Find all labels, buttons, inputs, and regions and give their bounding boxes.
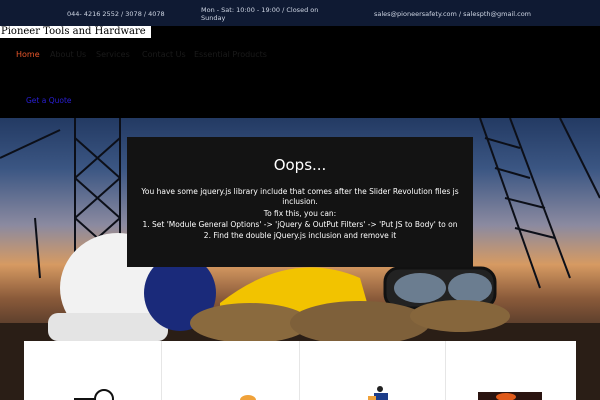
- feature-card[interactable]: [446, 341, 576, 400]
- safety-helmet-icon: [240, 395, 256, 400]
- nav-about-us[interactable]: About Us: [50, 50, 86, 59]
- nav-essential-products[interactable]: Essential Products: [194, 50, 267, 59]
- error-line-1: You have some jquery.js library include …: [141, 187, 459, 196]
- fire-icon: [478, 392, 542, 400]
- feature-cards: [24, 341, 576, 400]
- nav-services[interactable]: Services: [96, 50, 130, 59]
- error-line-3: To fix this, you can:: [263, 209, 337, 218]
- phone-numbers[interactable]: 044- 4216 2552 / 3078 / 4078: [67, 10, 165, 18]
- feature-card[interactable]: [24, 341, 162, 400]
- page: 044- 4216 2552 / 3078 / 4078 Mon - Sat: …: [0, 0, 600, 400]
- error-line-5: 2. Find the double jQuery.js inclusion a…: [203, 231, 397, 240]
- slider-error-dialog: Oops... You have some jquery.js library …: [127, 137, 473, 267]
- site-logo[interactable]: Pioneer Tools and Hardware: [0, 26, 151, 38]
- nav-home[interactable]: Home: [16, 50, 40, 59]
- email-addresses[interactable]: sales@pioneersafety.com / salespth@gmail…: [374, 10, 531, 18]
- get-a-quote-button[interactable]: Get a Quote: [26, 96, 72, 105]
- nav-contact-us[interactable]: Contact Us: [142, 50, 186, 59]
- error-line-4: 1. Set 'Module General Options' -> 'jQue…: [142, 220, 458, 229]
- top-info-bar: 044- 4216 2552 / 3078 / 4078 Mon - Sat: …: [0, 0, 600, 26]
- opening-hours: Mon - Sat: 10:00 - 19:00 / Closed on Sun…: [201, 6, 319, 22]
- tape-measure-icon: [74, 389, 114, 400]
- worker-figure-icon: [368, 386, 388, 400]
- error-title: Oops...: [273, 156, 327, 174]
- error-line-2: inclusion.: [282, 197, 318, 206]
- feature-card[interactable]: [300, 341, 446, 400]
- site-header: Pioneer Tools and Hardware Home About Us…: [0, 26, 600, 118]
- feature-card[interactable]: [162, 341, 300, 400]
